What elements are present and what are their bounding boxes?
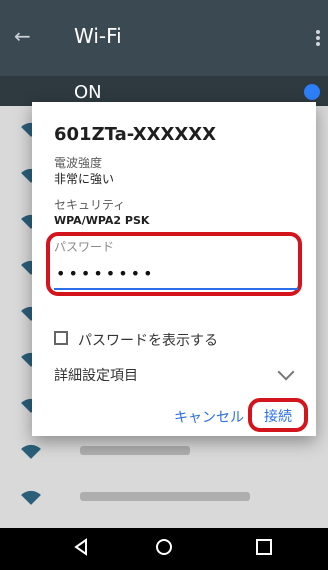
connect-button[interactable]: 接続 xyxy=(256,406,300,425)
list-item[interactable] xyxy=(0,474,328,520)
wifi-signal-icon xyxy=(21,439,41,459)
network-name-blurred xyxy=(80,446,190,455)
advanced-settings-label: 詳細設定項目 xyxy=(54,368,138,384)
password-input[interactable] xyxy=(54,258,298,290)
triangle-left-icon[interactable] xyxy=(72,538,90,556)
connect-highlight-box: 接続 xyxy=(248,398,308,432)
security-value: WPA/WPA2 PSK xyxy=(54,214,150,227)
android-wifi-screen: ← Wi-Fi ON 601ZTa-XXXXXX 電波強度 非常に強い セキュリ… xyxy=(0,0,328,570)
screen-title: Wi-Fi xyxy=(74,24,122,48)
advanced-settings-row[interactable]: 詳細設定項目 xyxy=(54,363,295,384)
wifi-toggle[interactable] xyxy=(304,84,320,100)
arrow-left-icon[interactable]: ← xyxy=(14,26,34,46)
show-password-row[interactable]: パスワードを表示する xyxy=(54,330,294,349)
signal-strength-value: 非常に強い xyxy=(54,172,115,186)
show-password-label: パスワードを表示する xyxy=(78,333,218,349)
network-name-blurred xyxy=(80,492,250,501)
password-label: パスワード xyxy=(54,240,115,254)
show-password-checkbox[interactable] xyxy=(54,331,68,345)
network-ssid: 601ZTa-XXXXXX xyxy=(54,124,216,145)
wifi-on-label: ON xyxy=(74,82,102,103)
circle-home-icon[interactable] xyxy=(156,539,172,555)
signal-strength-label: 電波強度 xyxy=(54,156,103,170)
cancel-button[interactable]: キャンセル xyxy=(170,406,248,428)
chevron-down-icon xyxy=(277,363,295,381)
wifi-connect-dialog: 601ZTa-XXXXXX 電波強度 非常に強い セキュリティ WPA/WPA2… xyxy=(32,102,316,436)
wifi-signal-icon xyxy=(21,485,41,505)
more-vert-icon[interactable] xyxy=(316,28,322,48)
top-app-bar: ← Wi-Fi xyxy=(0,0,328,78)
security-label: セキュリティ xyxy=(54,198,126,212)
square-recent-icon[interactable] xyxy=(256,539,272,555)
system-navigation-bar xyxy=(0,528,328,570)
